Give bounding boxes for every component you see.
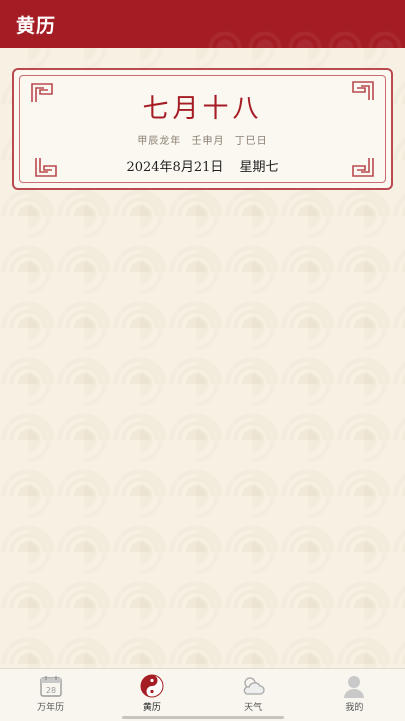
lunar-date: 七月十八 [142,94,263,124]
tab-label: 我的 [345,703,364,713]
home-indicator [122,716,284,719]
calendar-icon: 28 [38,673,64,699]
ganzhi-month: 壬申月 [191,136,225,147]
solar-date: 2024年8月21日 [126,160,224,175]
solar-date-line: 2024年8月21日 星期七 [14,156,391,175]
calendar-card: 七月十八 甲辰龙年 壬申月 丁巳日 2024年8月21日 星期七 [12,68,393,190]
weekday: 星期七 [239,160,279,175]
tab-almanac[interactable]: 黄历 [101,669,202,721]
bottom-tab-bar: 28 万年历 黄历 天气 我的 [0,668,405,721]
tab-label: 万年历 [37,703,65,713]
yinyang-icon [139,673,165,699]
tab-weather[interactable]: 天气 [203,669,304,721]
tab-label: 天气 [244,703,263,713]
ganzhi-year: 甲辰龙年 [137,136,182,147]
tab-perpetual-calendar[interactable]: 28 万年历 [0,669,101,721]
ganzhi-day: 丁巳日 [234,136,268,147]
weather-icon [240,673,266,699]
ganzhi-line: 甲辰龙年 壬申月 丁巳日 [14,132,391,147]
page-title: 黄历 [16,14,57,37]
tab-label: 黄历 [142,703,161,713]
profile-icon [341,673,367,699]
calendar-badge: 28 [46,686,56,695]
tab-profile[interactable]: 我的 [304,669,405,721]
app-bar: 黄历 [0,0,405,48]
